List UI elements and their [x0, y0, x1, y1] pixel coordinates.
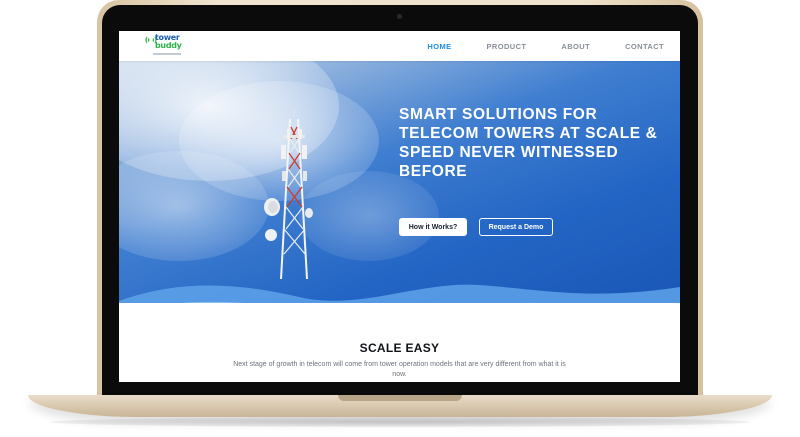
nav-contact[interactable]: CONTACT	[625, 42, 664, 51]
section-description: Next stage of growth in telecom will com…	[233, 361, 566, 378]
laptop-shadow	[50, 417, 750, 427]
hero-headline: SMART SOLUTIONS FOR TELECOM TOWERS AT SC…	[399, 106, 658, 180]
camera-icon	[397, 14, 402, 19]
nav-links: HOME PRODUCT ABOUT CONTACT	[392, 31, 664, 61]
site-logo[interactable]: tower buddy	[145, 34, 182, 60]
logo-word-buddy: buddy	[155, 41, 182, 50]
nav-home[interactable]: HOME	[427, 42, 451, 51]
top-navigation: tower buddy HOME PRODUCT ABOUT CONTACT	[119, 31, 680, 61]
logo-tagline	[153, 53, 181, 55]
nav-about[interactable]: ABOUT	[561, 42, 590, 51]
laptop-base-notch	[338, 395, 462, 401]
wave-divider	[119, 284, 680, 306]
section-title: SCALE EASY	[359, 341, 440, 355]
telecom-tower-image	[264, 109, 313, 279]
hero-banner: SMART SOLUTIONS FOR TELECOM TOWERS AT SC…	[119, 61, 680, 306]
request-demo-button[interactable]: Request a Demo	[479, 218, 553, 236]
laptop-mockup: tower buddy HOME PRODUCT ABOUT CONTACT S…	[0, 0, 800, 437]
nav-product[interactable]: PRODUCT	[487, 42, 527, 51]
how-it-works-button[interactable]: How it Works?	[399, 218, 467, 236]
scale-easy-section: SCALE EASY Next stage of growth in telec…	[119, 303, 680, 382]
browser-screen: tower buddy HOME PRODUCT ABOUT CONTACT S…	[119, 31, 680, 382]
